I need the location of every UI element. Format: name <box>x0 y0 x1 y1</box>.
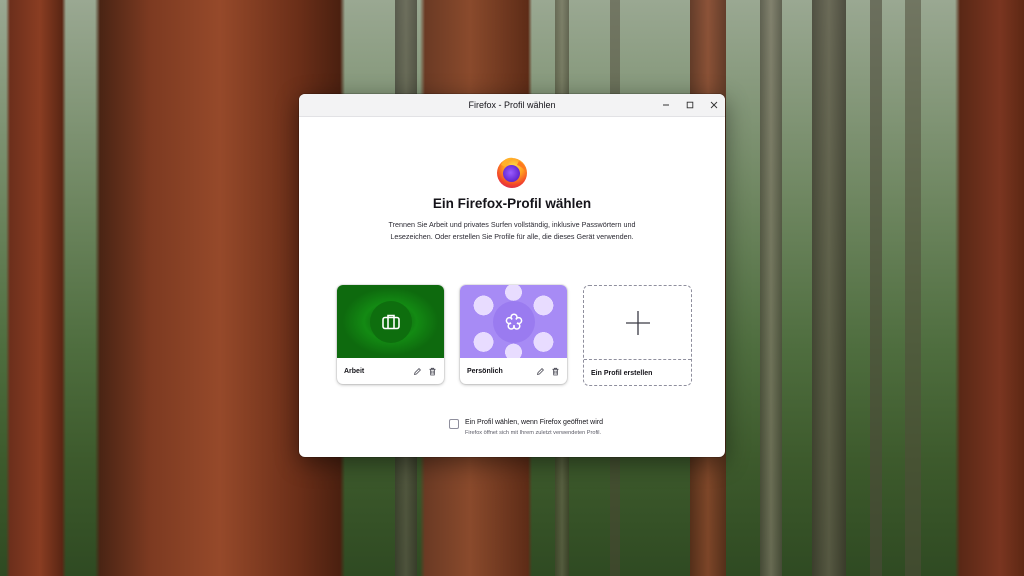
maximize-icon <box>686 101 694 109</box>
pencil-icon <box>536 367 544 375</box>
startup-option: Ein Profil wählen, wenn Firefox geöffnet… <box>449 419 603 436</box>
trash-icon <box>429 367 435 375</box>
minimize-icon <box>663 104 669 106</box>
startup-option-text: Ein Profil wählen, wenn Firefox geöffnet… <box>465 419 603 436</box>
page-description: Trennen Sie Arbeit und privates Surfen v… <box>388 220 636 241</box>
create-profile-art <box>584 286 691 360</box>
trash-icon <box>552 367 558 375</box>
profile-card-arbeit[interactable]: Arbeit <box>337 285 444 384</box>
profile-avatar-area <box>460 285 567 358</box>
window-titlebar[interactable]: Firefox - Profil wählen <box>299 94 725 117</box>
window-controls <box>661 94 719 116</box>
profile-card-persoenlich[interactable]: Persönlich <box>460 285 567 384</box>
profile-selector-window: Firefox - Profil wählen Ein Firefox-Prof… <box>299 94 725 457</box>
create-profile-footer: Ein Profil erstellen <box>584 360 691 385</box>
page-heading: Ein Firefox-Profil wählen <box>432 196 592 211</box>
create-profile-label: Ein Profil erstellen <box>591 369 653 377</box>
startup-checkbox[interactable] <box>449 419 459 429</box>
profile-cards: Arbeit Persönlich Ein Profil erstellen <box>337 285 692 386</box>
profile-card-footer: Persönlich <box>460 358 567 384</box>
plus-icon <box>625 310 650 335</box>
window-title: Firefox - Profil wählen <box>468 100 556 110</box>
pencil-icon <box>413 367 421 375</box>
flower-icon <box>505 312 522 330</box>
window-content: Ein Firefox-Profil wählen Trennen Sie Ar… <box>299 117 725 457</box>
firefox-logo <box>497 157 527 188</box>
profile-avatar <box>492 300 535 343</box>
profile-name: Persönlich <box>467 367 503 375</box>
briefcase-icon <box>381 314 400 329</box>
profile-name: Arbeit <box>344 367 365 375</box>
create-profile-card[interactable]: Ein Profil erstellen <box>583 285 692 386</box>
startup-option-label[interactable]: Ein Profil wählen, wenn Firefox geöffnet… <box>465 419 603 426</box>
minimize-button[interactable] <box>661 100 671 110</box>
profile-card-footer: Arbeit <box>337 358 444 384</box>
profile-avatar <box>369 300 412 343</box>
startup-option-hint: Firefox öffnet sich mit Ihrem zuletzt ve… <box>465 430 602 436</box>
edit-profile-button[interactable] <box>535 366 545 376</box>
close-icon <box>710 101 718 109</box>
delete-profile-button[interactable] <box>427 366 437 376</box>
delete-profile-button[interactable] <box>550 366 560 376</box>
edit-profile-button[interactable] <box>412 366 422 376</box>
close-button[interactable] <box>709 100 719 110</box>
profile-avatar-area <box>337 285 444 358</box>
maximize-button[interactable] <box>685 100 695 110</box>
